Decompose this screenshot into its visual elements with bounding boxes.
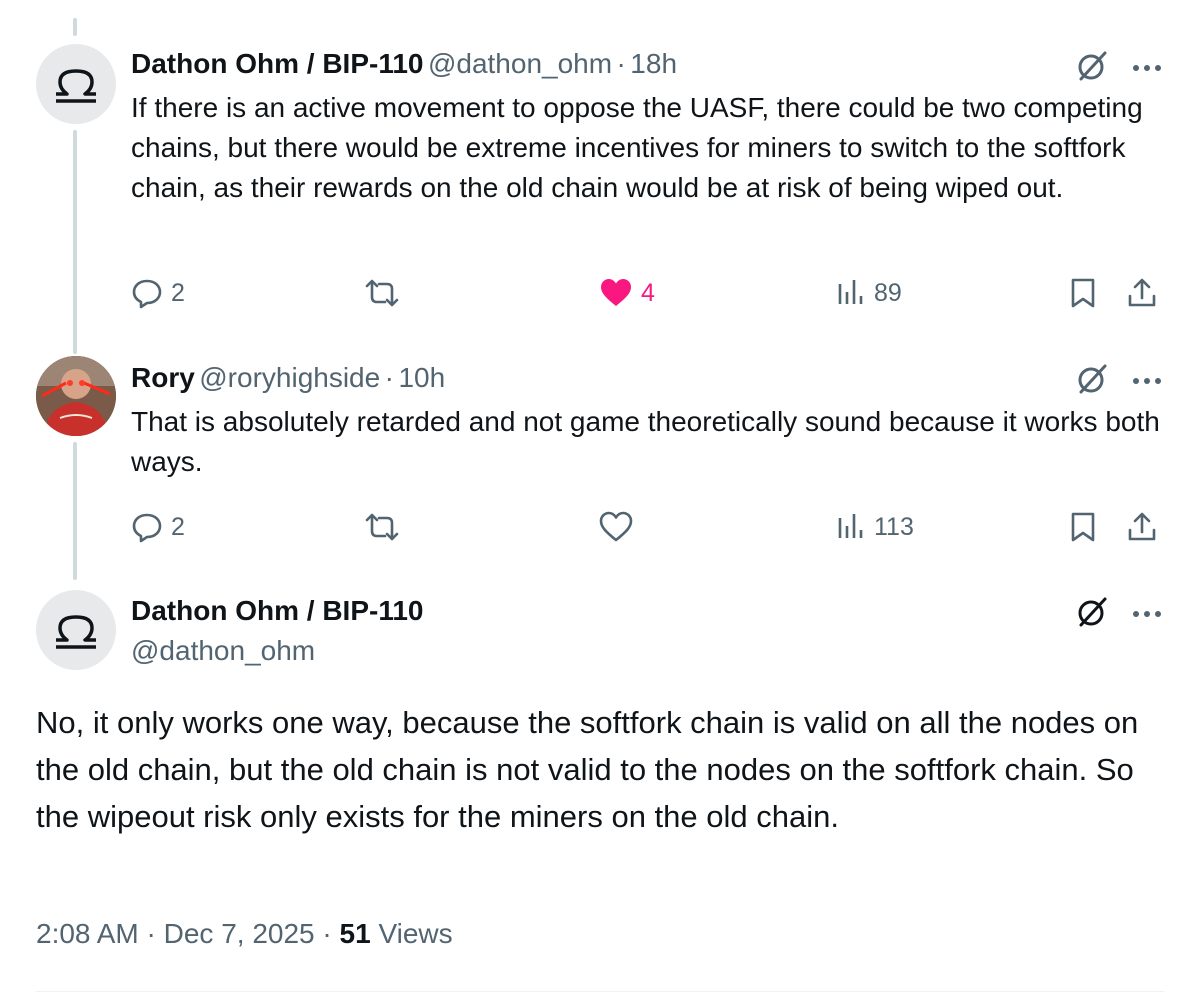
share-icon xyxy=(1128,512,1156,541)
views-count: 113 xyxy=(874,512,914,541)
bookmark-button[interactable] xyxy=(1069,273,1097,313)
more-icon[interactable] xyxy=(1132,60,1162,78)
tweet-actions: 2 113 xyxy=(131,507,1171,547)
share-icon xyxy=(1128,278,1156,307)
grok-icon[interactable] xyxy=(1074,48,1110,89)
more-icon[interactable] xyxy=(1132,373,1162,391)
thread-line-top xyxy=(73,18,77,36)
bookmark-button[interactable] xyxy=(1069,507,1097,547)
views-label: Views xyxy=(378,918,453,949)
author-name[interactable]: Dathon Ohm / BIP-110 xyxy=(131,594,424,628)
reply-count: 2 xyxy=(171,278,185,307)
dot-separator: · xyxy=(616,48,626,79)
tweet-top-actions xyxy=(1074,361,1162,402)
repost-button[interactable] xyxy=(364,507,408,547)
reply-icon xyxy=(132,279,162,309)
reply-button[interactable]: 2 xyxy=(131,273,185,313)
libra-logo-icon xyxy=(56,69,96,103)
like-button[interactable] xyxy=(599,507,641,547)
tweet-text: If there is an active movement to oppose… xyxy=(131,92,1143,203)
tweet-top-actions xyxy=(1074,594,1162,635)
avatar[interactable] xyxy=(36,356,116,436)
timestamp[interactable]: 10h xyxy=(398,362,445,393)
views-icon xyxy=(838,280,863,304)
like-count: 4 xyxy=(641,278,655,307)
repost-button[interactable] xyxy=(364,273,408,313)
author-handle[interactable]: @dathon_ohm xyxy=(428,48,612,79)
main-tweet-text: No, it only works one way, because the s… xyxy=(36,705,1139,834)
heart-icon xyxy=(601,279,631,306)
tweet-header: Rory @roryhighside · 10h xyxy=(131,361,445,400)
libra-logo-icon xyxy=(56,615,96,649)
thread-line-1 xyxy=(73,130,77,354)
dot-separator: · xyxy=(146,918,156,949)
author-handle[interactable]: @roryhighside xyxy=(199,362,380,393)
share-button[interactable] xyxy=(1126,273,1158,313)
share-button[interactable] xyxy=(1126,507,1158,547)
dot-separator: · xyxy=(384,362,394,393)
bookmark-icon xyxy=(1071,512,1095,542)
like-button[interactable]: 4 xyxy=(599,273,655,313)
divider xyxy=(36,991,1164,992)
author-name[interactable]: Rory xyxy=(131,362,195,393)
bookmark-icon xyxy=(1071,278,1095,308)
tweet-date[interactable]: Dec 7, 2025 xyxy=(164,918,315,949)
repost-icon xyxy=(365,279,399,307)
tweet-time[interactable]: 2:08 AM xyxy=(36,918,139,949)
views-count: 51 xyxy=(339,918,371,949)
views-count: 89 xyxy=(874,278,902,307)
reply-icon xyxy=(132,513,162,543)
tweet-meta: 2:08 AM · Dec 7, 2025 · 51 Views xyxy=(36,918,453,950)
heart-icon xyxy=(599,511,633,542)
profile-photo xyxy=(36,356,116,436)
avatar[interactable] xyxy=(36,590,116,670)
timestamp[interactable]: 18h xyxy=(630,48,677,79)
tweet-header: Dathon Ohm / BIP-110 @dathon_ohm · 18h xyxy=(131,47,677,86)
author-handle[interactable]: @dathon_ohm xyxy=(131,634,315,668)
grok-icon[interactable] xyxy=(1074,594,1110,635)
author-name[interactable]: Dathon Ohm / BIP-110 xyxy=(131,48,424,79)
thread-line-2 xyxy=(73,442,77,580)
tweet-actions: 2 4 89 xyxy=(131,273,1171,313)
tweet-top-actions xyxy=(1074,48,1162,89)
views-icon xyxy=(838,514,863,538)
grok-icon[interactable] xyxy=(1074,361,1110,402)
repost-icon xyxy=(365,513,399,541)
more-icon[interactable] xyxy=(1132,606,1162,624)
views-button[interactable]: 113 xyxy=(836,507,914,547)
dot-separator: · xyxy=(322,918,332,949)
reply-count: 2 xyxy=(171,512,185,541)
tweet-text: That is absolutely retarded and not game… xyxy=(131,406,1160,477)
views-button[interactable]: 89 xyxy=(836,273,902,313)
avatar[interactable] xyxy=(36,44,116,124)
reply-button[interactable]: 2 xyxy=(131,507,185,547)
